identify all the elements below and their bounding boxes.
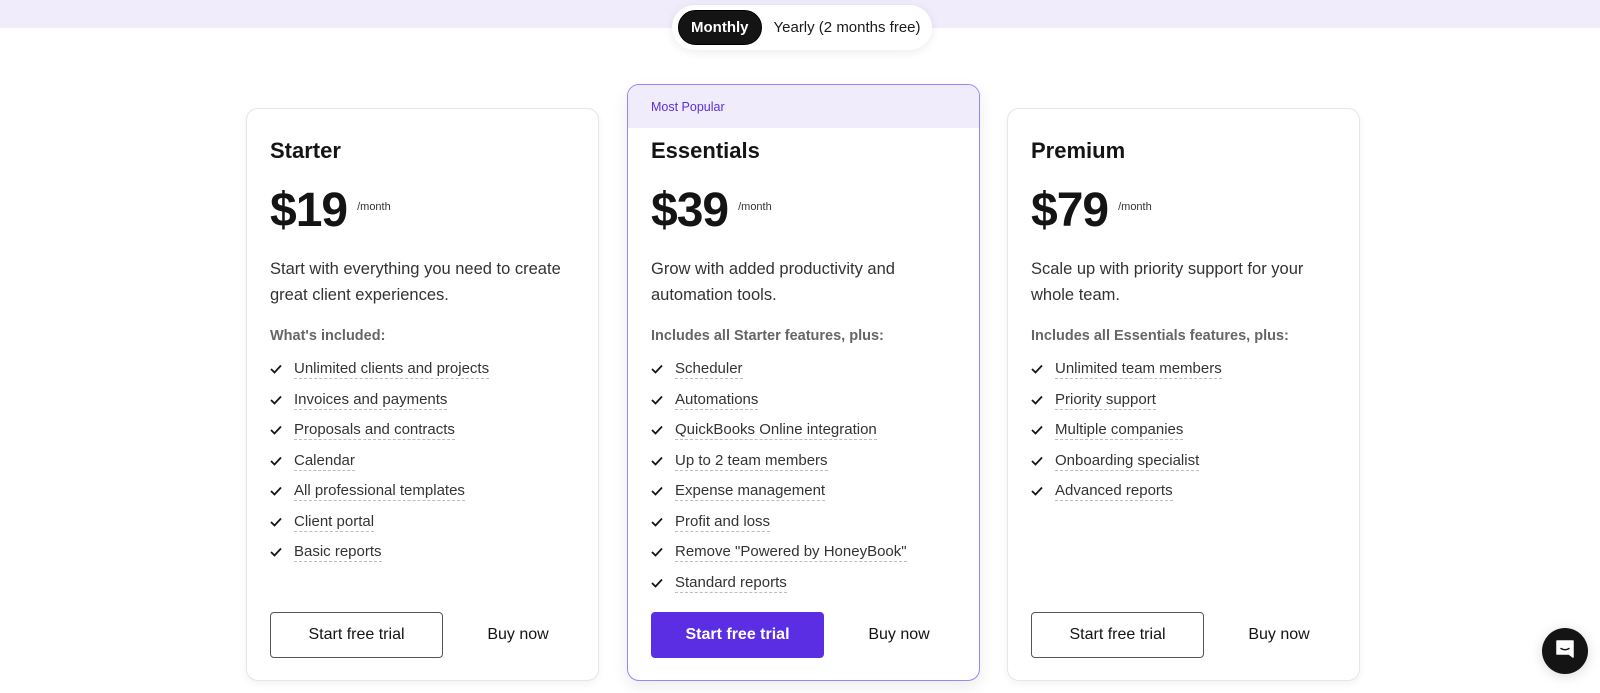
check-icon (651, 456, 675, 466)
feature-item: Multiple companies (1031, 415, 1336, 446)
price-row: $19 /month (270, 180, 575, 242)
feature-item: Basic reports (270, 537, 575, 568)
check-icon (651, 547, 675, 558)
plan-price: $79 (1031, 184, 1109, 237)
feature-item: Scheduler (651, 354, 956, 385)
feature-tooltip-trigger[interactable]: Advanced reports (1055, 481, 1173, 502)
plan-card-premium: Premium $79 /month Scale up with priorit… (1007, 108, 1360, 681)
plan-description: Start with everything you need to create… (270, 260, 561, 304)
start-free-trial-button[interactable]: Start free trial (651, 612, 824, 658)
start-free-trial-button[interactable]: Start free trial (270, 612, 443, 658)
feature-tooltip-trigger[interactable]: Standard reports (675, 573, 787, 593)
buy-now-button[interactable]: Buy now (844, 612, 954, 658)
feature-item: Priority support (1031, 385, 1336, 416)
price-row: $79 /month (1031, 180, 1336, 242)
plan-card-essentials: Most Popular Essentials $39 /month Grow … (627, 84, 980, 681)
plan-name: Essentials (651, 138, 760, 163)
plan-name: Starter (270, 138, 341, 163)
feature-tooltip-trigger[interactable]: Multiple companies (1055, 420, 1184, 441)
feature-item: QuickBooks Online integration (651, 415, 956, 446)
feature-item: Invoices and payments (270, 385, 575, 416)
check-icon (1031, 425, 1055, 436)
check-icon (1031, 364, 1055, 375)
feature-item: Advanced reports (1031, 476, 1336, 507)
check-icon (270, 425, 294, 436)
feature-tooltip-trigger[interactable]: Priority support (1055, 390, 1156, 410)
check-icon (270, 517, 294, 527)
feature-item: Unlimited team members (1031, 354, 1336, 385)
feature-tooltip-trigger[interactable]: Automations (675, 390, 759, 410)
feature-tooltip-trigger[interactable]: Expense management (675, 481, 826, 502)
feature-list: Scheduler Automations QuickBooks Online in… (651, 354, 956, 598)
feature-item: Expense management (651, 476, 956, 507)
toggle-yearly[interactable]: Yearly (2 months free) (762, 10, 933, 45)
check-icon (270, 364, 294, 375)
feature-tooltip-trigger[interactable]: Scheduler (675, 359, 743, 380)
included-label: Includes all Starter features, plus: (651, 328, 884, 344)
buy-now-button[interactable]: Buy now (1224, 612, 1334, 658)
feature-tooltip-trigger[interactable]: All professional templates (294, 481, 465, 502)
check-icon (1031, 486, 1055, 497)
feature-tooltip-trigger[interactable]: Unlimited team members (1055, 359, 1222, 380)
feature-tooltip-trigger[interactable]: Basic reports (294, 542, 382, 563)
check-icon (270, 547, 294, 558)
feature-tooltip-trigger[interactable]: Client portal (294, 512, 375, 532)
check-icon (651, 395, 675, 405)
check-icon (651, 578, 675, 588)
most-popular-badge: Most Popular (628, 85, 979, 128)
feature-item: Up to 2 team members (651, 446, 956, 477)
check-icon (270, 486, 294, 497)
feature-list: Unlimited clients and projects Invoices a… (270, 354, 575, 568)
feature-item: Automations (651, 385, 956, 416)
toggle-monthly[interactable]: Monthly (678, 10, 762, 45)
feature-tooltip-trigger[interactable]: Up to 2 team members (675, 451, 828, 471)
feature-tooltip-trigger[interactable]: Remove "Powered by HoneyBook" (675, 542, 907, 563)
feature-item: Calendar (270, 446, 575, 477)
feature-tooltip-trigger[interactable]: Invoices and payments (294, 390, 448, 410)
plan-price: $19 (270, 184, 348, 237)
chat-bubble-icon (1554, 638, 1576, 665)
feature-item: All professional templates (270, 476, 575, 507)
check-icon (651, 364, 675, 375)
feature-tooltip-trigger[interactable]: QuickBooks Online integration (675, 420, 877, 441)
check-icon (651, 486, 675, 497)
feature-item: Onboarding specialist (1031, 446, 1336, 477)
included-label: Includes all Essentials features, plus: (1031, 328, 1289, 344)
price-period: /month (1118, 201, 1152, 213)
feature-item: Proposals and contracts (270, 415, 575, 446)
buy-now-button[interactable]: Buy now (463, 612, 573, 658)
check-icon (651, 517, 675, 527)
price-period: /month (738, 201, 772, 213)
price-row: $39 /month (651, 180, 956, 242)
check-icon (1031, 456, 1055, 466)
feature-tooltip-trigger[interactable]: Onboarding specialist (1055, 451, 1200, 471)
plan-description: Grow with added productivity and automat… (651, 260, 895, 304)
feature-tooltip-trigger[interactable]: Unlimited clients and projects (294, 359, 490, 380)
check-icon (1031, 395, 1055, 405)
start-free-trial-button[interactable]: Start free trial (1031, 612, 1204, 658)
check-icon (270, 395, 294, 405)
feature-item: Unlimited clients and projects (270, 354, 575, 385)
feature-item: Standard reports (651, 568, 956, 599)
plan-description: Scale up with priority support for your … (1031, 260, 1304, 304)
check-icon (270, 456, 294, 466)
chat-launcher-button[interactable] (1542, 628, 1588, 674)
feature-item: Profit and loss (651, 507, 956, 538)
feature-tooltip-trigger[interactable]: Profit and loss (675, 512, 771, 532)
check-icon (651, 425, 675, 436)
plan-price: $39 (651, 184, 729, 237)
price-period: /month (357, 201, 391, 213)
feature-item: Remove "Powered by HoneyBook" (651, 537, 956, 568)
feature-tooltip-trigger[interactable]: Calendar (294, 451, 355, 471)
plan-name: Premium (1031, 138, 1126, 163)
billing-period-toggle[interactable]: Monthly Yearly (2 months free) (672, 5, 932, 50)
included-label: What's included: (270, 328, 386, 344)
plan-card-starter: Starter $19 /month Start with everything… (246, 108, 599, 681)
feature-item: Client portal (270, 507, 575, 538)
feature-list: Unlimited team members Priority support Mu… (1031, 354, 1336, 507)
feature-tooltip-trigger[interactable]: Proposals and contracts (294, 420, 455, 441)
